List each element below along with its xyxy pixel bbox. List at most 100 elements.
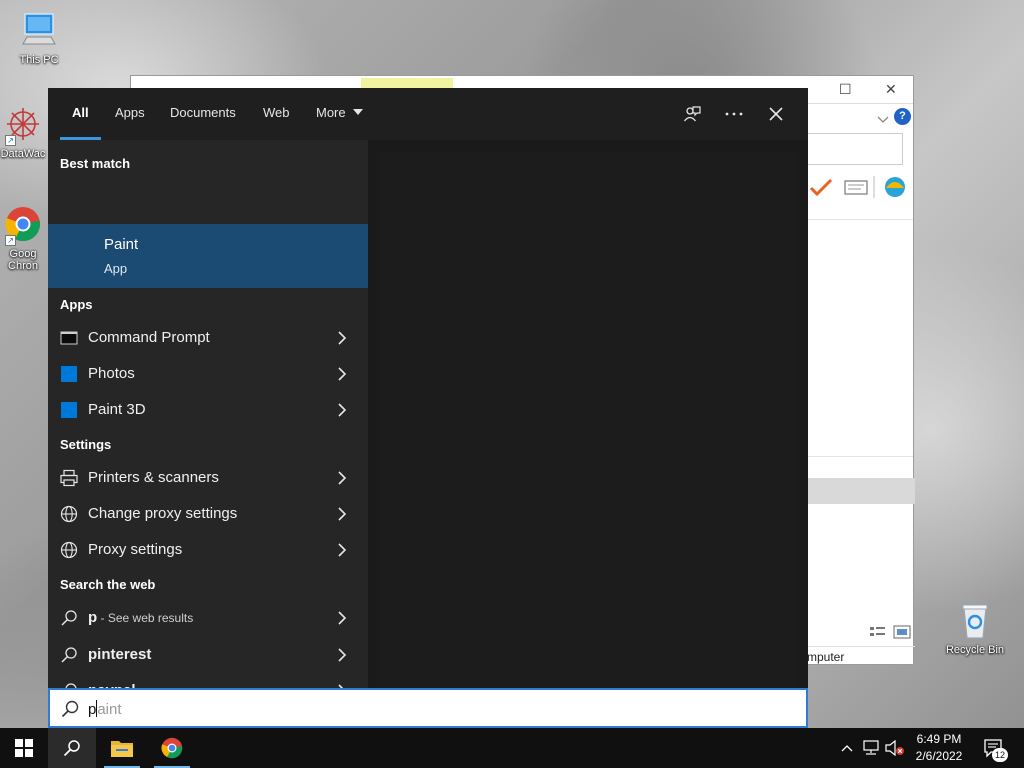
search-results-list: Best match Paint App Apps Command Prompt… bbox=[48, 140, 368, 699]
close-icon bbox=[769, 107, 783, 121]
section-heading-apps: Apps bbox=[60, 297, 93, 312]
search-panel[interactable]: All Apps Documents Web More Best match P… bbox=[48, 88, 808, 699]
chevron-up-icon bbox=[841, 745, 853, 752]
result-web-p[interactable]: p - See web results bbox=[48, 600, 368, 636]
folder-icon bbox=[111, 741, 133, 757]
result-web-pinterest[interactable]: pinterest bbox=[48, 637, 368, 673]
search-filter-bar: All Apps Documents Web More bbox=[48, 88, 808, 140]
chrome-taskbar-button[interactable] bbox=[148, 728, 196, 768]
details-view-icon[interactable] bbox=[869, 624, 913, 640]
result-label: Paint 3D bbox=[88, 401, 146, 418]
volume-muted-icon bbox=[885, 740, 904, 756]
chevron-right-icon[interactable] bbox=[336, 331, 348, 345]
taskbar-clock[interactable]: 6:49 PM 2/6/2022 bbox=[908, 731, 970, 765]
more-options-button[interactable] bbox=[720, 100, 748, 128]
preview-pane bbox=[368, 140, 808, 688]
section-heading-search-web: Search the web bbox=[60, 577, 156, 592]
result-label: Command Prompt bbox=[88, 329, 210, 346]
result-label: p - See web results bbox=[88, 609, 193, 626]
globe-icon bbox=[60, 505, 78, 523]
status-bar-text: mputer bbox=[799, 646, 915, 666]
result-proxy-settings[interactable]: Proxy settings bbox=[48, 532, 368, 568]
result-label: Proxy settings bbox=[88, 541, 183, 558]
result-command-prompt[interactable]: Command Prompt bbox=[48, 320, 368, 356]
caret-down-icon bbox=[353, 109, 364, 115]
view-toggle[interactable] bbox=[869, 624, 913, 640]
search-input[interactable]: paint bbox=[48, 688, 808, 728]
chrome-icon bbox=[161, 737, 183, 759]
notification-count-badge: 12 bbox=[992, 748, 1008, 762]
result-label: pinterest bbox=[88, 646, 152, 663]
divider bbox=[807, 219, 913, 220]
chevron-right-icon[interactable] bbox=[336, 648, 348, 662]
chevron-right-icon[interactable] bbox=[336, 471, 348, 485]
section-heading-settings: Settings bbox=[60, 437, 112, 452]
feedback-button[interactable] bbox=[678, 100, 706, 128]
toolbar-icons bbox=[807, 174, 915, 200]
command-prompt-icon bbox=[60, 331, 78, 345]
notification-count: 12 bbox=[994, 750, 1005, 760]
desktop-icon-recycle-bin[interactable]: Recycle Bin bbox=[940, 600, 1010, 656]
best-match-paint[interactable]: Paint App bbox=[48, 224, 368, 288]
chevron-right-icon[interactable] bbox=[336, 611, 348, 625]
divider bbox=[807, 456, 913, 457]
globe-icon bbox=[60, 541, 78, 559]
network-icon bbox=[863, 740, 879, 755]
chrome-icon: ↗ bbox=[3, 204, 43, 246]
close-search-button[interactable] bbox=[762, 100, 790, 128]
result-change-proxy-settings[interactable]: Change proxy settings bbox=[48, 496, 368, 532]
clock-time: 6:49 PM bbox=[916, 732, 962, 746]
result-paint-3d[interactable]: Paint 3D bbox=[48, 392, 368, 428]
clock-date: 2/6/2022 bbox=[915, 749, 963, 763]
search-icon bbox=[61, 647, 77, 663]
chevron-right-icon[interactable] bbox=[336, 543, 348, 557]
ellipsis-icon bbox=[725, 112, 743, 116]
typed-text: p bbox=[88, 701, 97, 718]
file-explorer-button[interactable] bbox=[98, 728, 146, 768]
result-label: Photos bbox=[88, 365, 135, 382]
paint-3d-icon bbox=[61, 402, 77, 418]
chevron-right-icon[interactable] bbox=[336, 367, 348, 381]
tab-web[interactable]: Web bbox=[263, 88, 290, 140]
result-label: Printers & scanners bbox=[88, 469, 219, 486]
taskbar-search-button[interactable] bbox=[48, 728, 96, 768]
volume-tray-button[interactable] bbox=[885, 738, 905, 758]
web-query-suffix: - See web results bbox=[97, 611, 194, 625]
web-query-text: p bbox=[88, 609, 98, 626]
shortcut-arrow-icon: ↗ bbox=[5, 135, 16, 146]
help-icon[interactable]: ? bbox=[894, 108, 911, 125]
tab-documents[interactable]: Documents bbox=[170, 88, 236, 140]
result-label: Change proxy settings bbox=[88, 505, 238, 522]
toolbar-icons-art bbox=[809, 176, 905, 198]
show-hidden-icons-button[interactable] bbox=[837, 738, 857, 758]
datawac-logo-icon: ↗ bbox=[3, 104, 43, 146]
tab-all[interactable]: All bbox=[60, 88, 100, 140]
chevron-right-icon[interactable] bbox=[336, 403, 348, 417]
search-icon bbox=[63, 740, 80, 757]
search-query-text[interactable]: paint bbox=[88, 700, 122, 718]
maximize-icon[interactable]: ☐ bbox=[839, 82, 852, 98]
close-icon[interactable]: ✕ bbox=[885, 82, 897, 98]
autocomplete-suggestion: aint bbox=[97, 701, 122, 718]
windows-logo-icon bbox=[15, 739, 33, 757]
shortcut-arrow-icon: ↗ bbox=[5, 235, 16, 246]
tab-more-label: More bbox=[316, 105, 346, 120]
best-match-subtitle: App bbox=[104, 261, 128, 276]
recycle-bin-icon bbox=[955, 600, 995, 640]
address-bar[interactable] bbox=[807, 133, 903, 165]
result-printers-scanners[interactable]: Printers & scanners bbox=[48, 460, 368, 496]
search-icon bbox=[61, 700, 79, 718]
preview-content bbox=[380, 152, 796, 688]
printer-icon bbox=[60, 469, 78, 487]
tab-apps[interactable]: Apps bbox=[115, 88, 145, 140]
result-photos[interactable]: Photos bbox=[48, 356, 368, 392]
photos-icon bbox=[61, 366, 77, 382]
tab-more[interactable]: More bbox=[316, 88, 364, 140]
start-button[interactable] bbox=[0, 728, 48, 768]
network-tray-button[interactable] bbox=[861, 738, 881, 758]
chevron-right-icon[interactable] bbox=[336, 507, 348, 521]
desktop-icon-label: This PC bbox=[19, 54, 59, 66]
section-heading-best-match: Best match bbox=[60, 156, 131, 171]
desktop-icon-this-pc[interactable]: This PC bbox=[4, 10, 74, 66]
desktop-icon-label: Recycle Bin bbox=[945, 644, 1005, 656]
